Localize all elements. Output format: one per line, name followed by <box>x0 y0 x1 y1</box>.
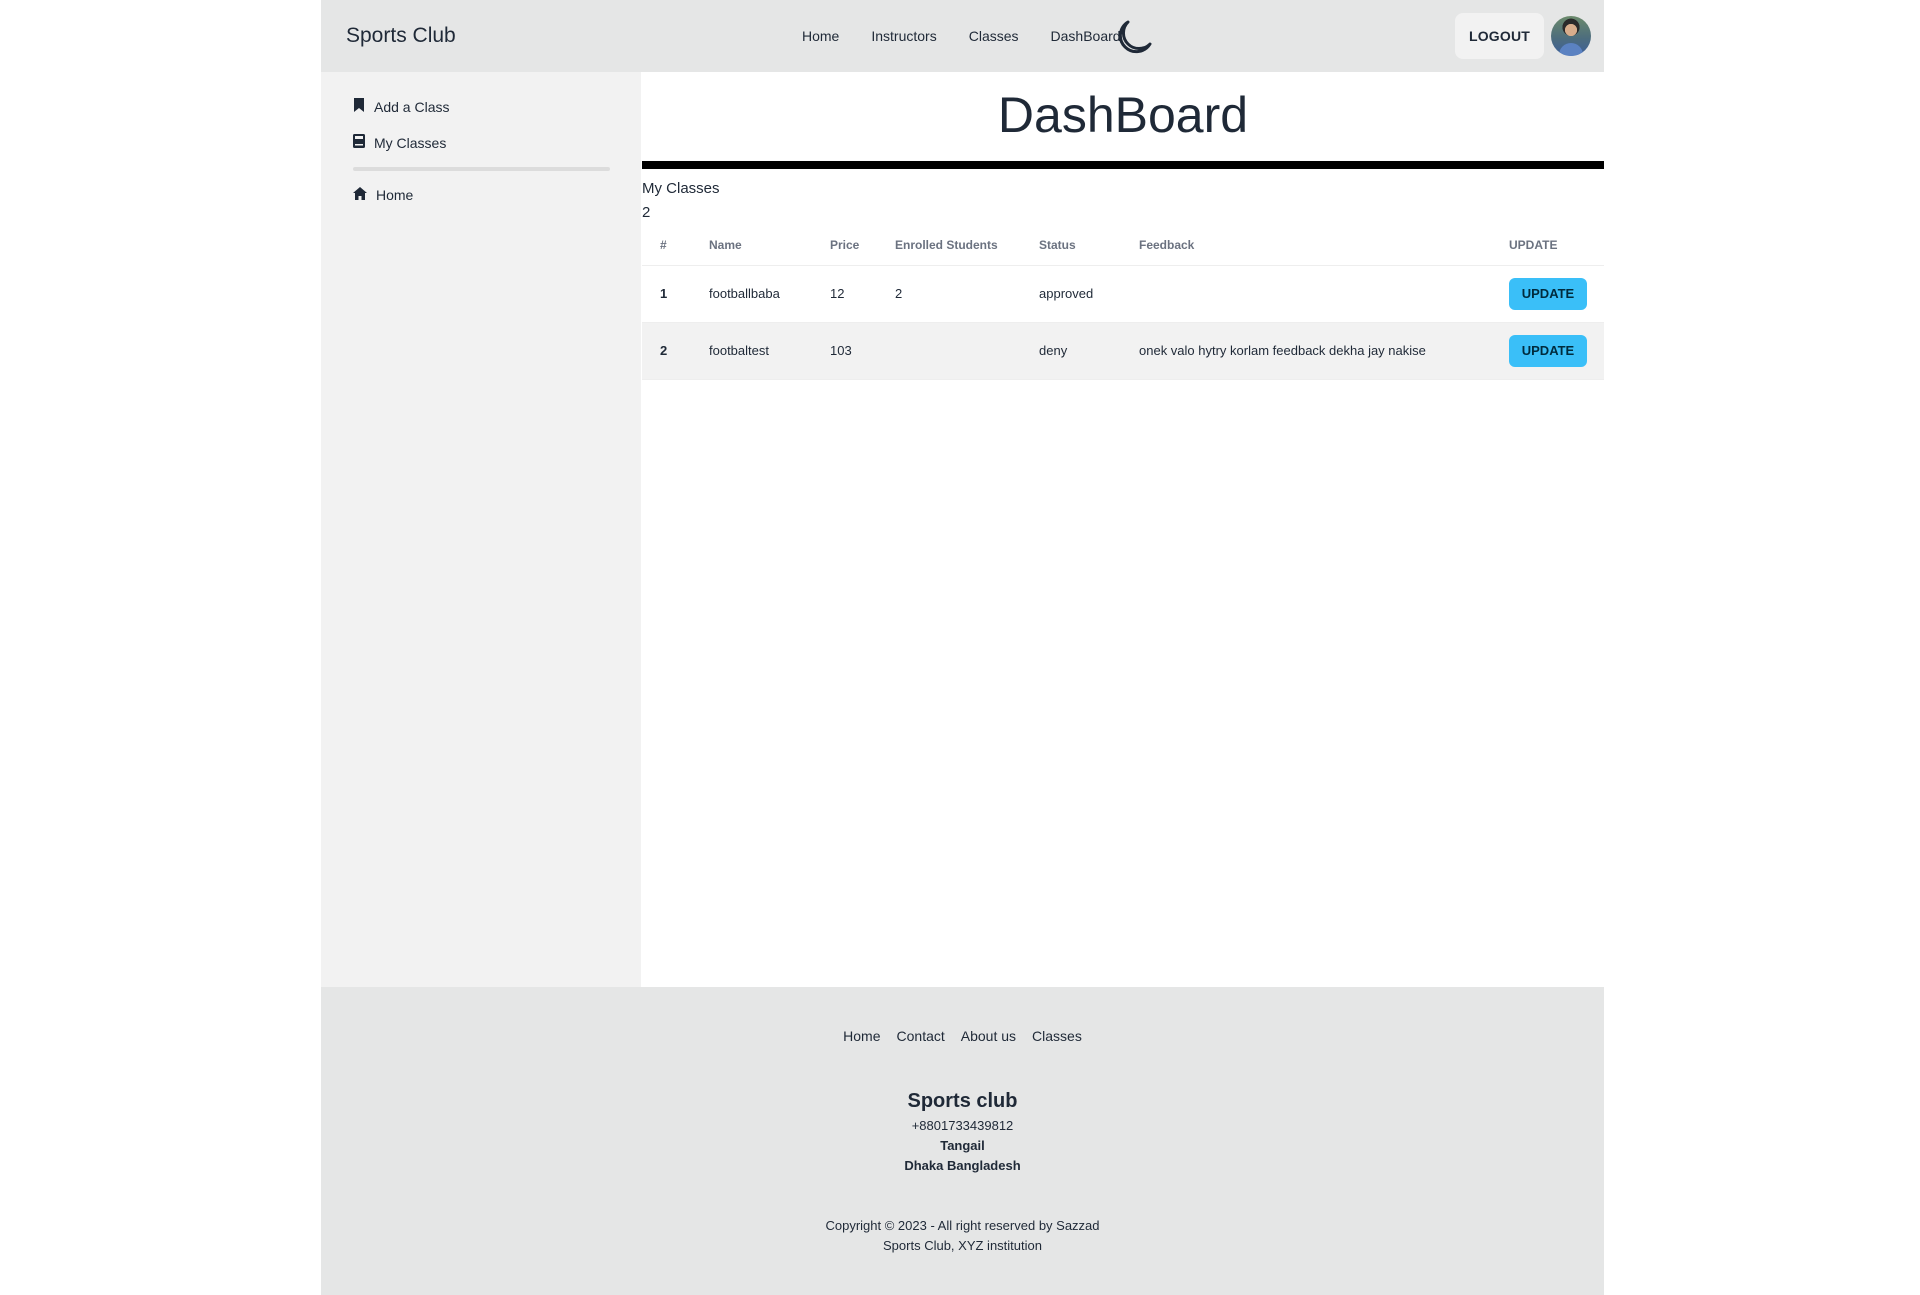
header-update: UPDATE <box>1491 225 1604 266</box>
header-name: Name <box>691 225 812 266</box>
footer-copyright: Copyright © 2023 - All right reserved by… <box>825 1218 1100 1233</box>
book-icon <box>353 134 374 151</box>
page: Sports Club Home Instructors Classes Das… <box>321 0 1604 1295</box>
table-row: 2 footbaltest 103 deny onek valo hytry k… <box>642 322 1604 380</box>
title-divider <box>642 161 1604 169</box>
footer: Home Contact About us Classes Sports clu… <box>321 987 1604 1295</box>
classes-table: # Name Price Enrolled Students Status Fe… <box>642 225 1604 380</box>
footer-phone: +8801733439812 <box>911 1118 1014 1133</box>
nav-link-classes[interactable]: Classes <box>953 20 1035 52</box>
header-status: Status <box>1021 225 1121 266</box>
footer-org-name: Sports club <box>907 1090 1018 1112</box>
update-button[interactable]: UPDATE <box>1509 334 1587 367</box>
avatar-shoulders <box>1559 43 1583 56</box>
header-price: Price <box>812 225 877 266</box>
row-status: approved <box>1021 265 1121 323</box>
section-label: My Classes <box>642 180 720 197</box>
table-header-row: # Name Price Enrolled Students Status Fe… <box>642 225 1604 266</box>
row-enrolled <box>877 322 1021 380</box>
sidebar-item-label: Add a Class <box>374 98 450 115</box>
footer-links: Home Contact About us Classes <box>321 1028 1604 1044</box>
class-count: 2 <box>642 204 651 221</box>
home-icon <box>353 187 376 203</box>
row-price: 12 <box>812 265 877 323</box>
sidebar: Add a Class My Classes Home <box>321 72 641 987</box>
footer-country: Dhaka Bangladesh <box>904 1158 1021 1173</box>
header-feedback: Feedback <box>1121 225 1491 266</box>
nav-links: Home Instructors Classes DashBoard <box>786 0 1137 72</box>
bookmark-icon <box>353 98 374 115</box>
row-status: deny <box>1021 322 1121 380</box>
logout-button[interactable]: LOGOUT <box>1455 13 1544 59</box>
footer-link-about[interactable]: About us <box>961 1028 1016 1044</box>
footer-link-classes[interactable]: Classes <box>1032 1028 1082 1044</box>
footer-institution: Sports Club, XYZ institution <box>883 1238 1042 1253</box>
navbar: Sports Club Home Instructors Classes Das… <box>321 0 1604 72</box>
header-enrolled: Enrolled Students <box>877 225 1021 266</box>
row-name: footballbaba <box>691 265 812 323</box>
nav-link-instructors[interactable]: Instructors <box>855 20 952 52</box>
update-button[interactable]: UPDATE <box>1509 277 1587 310</box>
footer-link-contact[interactable]: Contact <box>897 1028 945 1044</box>
row-num: 1 <box>642 265 691 323</box>
sidebar-item-home[interactable]: Home <box>353 187 413 203</box>
row-feedback <box>1121 265 1491 323</box>
sidebar-item-my-classes[interactable]: My Classes <box>353 134 446 151</box>
row-update-cell: UPDATE <box>1491 322 1604 380</box>
brand-logo-text[interactable]: Sports Club <box>346 24 456 48</box>
moon-icon[interactable] <box>1114 18 1154 56</box>
page-title: DashBoard <box>997 87 1249 143</box>
row-price: 103 <box>812 322 877 380</box>
main-content: DashBoard My Classes 2 # Name Price Enro… <box>642 72 1604 987</box>
sidebar-item-add-class[interactable]: Add a Class <box>353 98 449 115</box>
footer-link-home[interactable]: Home <box>843 1028 880 1044</box>
sidebar-item-label: My Classes <box>374 134 447 151</box>
sidebar-item-label: Home <box>376 187 414 203</box>
header-num: # <box>642 225 691 266</box>
row-feedback: onek valo hytry korlam feedback dekha ja… <box>1121 322 1491 380</box>
row-num: 2 <box>642 322 691 380</box>
nav-link-home[interactable]: Home <box>786 20 855 52</box>
table-row: 1 footballbaba 12 2 approved UPDATE <box>642 265 1604 323</box>
sidebar-divider <box>353 167 610 171</box>
row-name: footbaltest <box>691 322 812 380</box>
user-avatar[interactable] <box>1551 16 1591 56</box>
row-update-cell: UPDATE <box>1491 265 1604 323</box>
footer-city: Tangail <box>940 1138 985 1153</box>
row-enrolled: 2 <box>877 265 1021 323</box>
